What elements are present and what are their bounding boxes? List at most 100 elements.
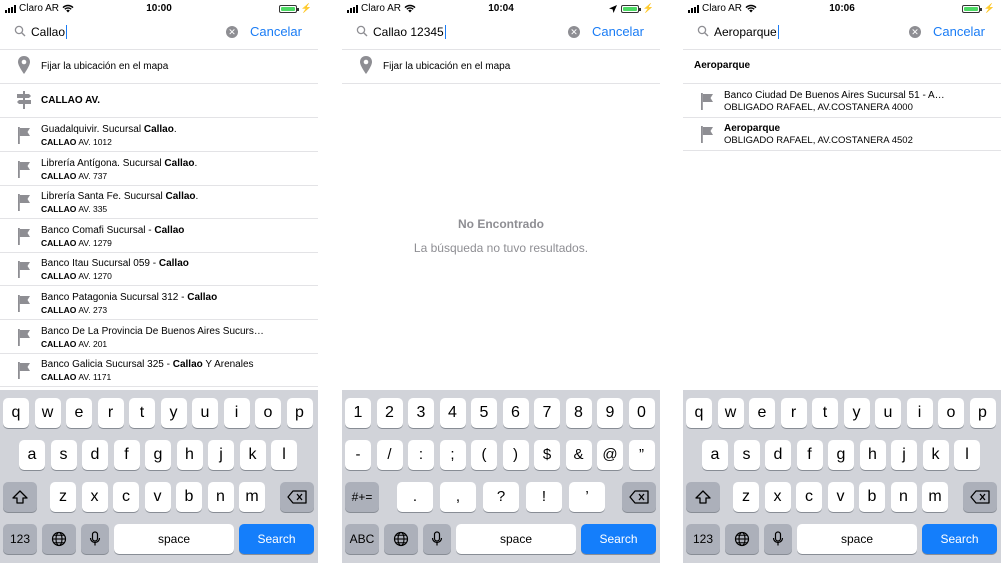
search-input[interactable]: Callao 12345 xyxy=(373,25,446,39)
key-j[interactable]: j xyxy=(208,440,234,470)
key-h[interactable]: h xyxy=(859,440,886,470)
clear-icon[interactable]: ✕ xyxy=(909,26,921,38)
key-symbol[interactable]: ( xyxy=(471,440,497,470)
key-symbol[interactable]: ) xyxy=(502,440,529,470)
key-symbol[interactable]: & xyxy=(565,440,592,470)
search-bar[interactable]: Callao ✕ Cancelar xyxy=(0,17,318,50)
list-item[interactable]: Aeroparque OBLIGADO RAFAEL, AV.COSTANERA… xyxy=(683,117,1001,151)
key-c[interactable]: c xyxy=(113,482,139,512)
dictation-key[interactable] xyxy=(423,524,451,554)
key-g[interactable]: g xyxy=(145,440,171,470)
letters-mode-key[interactable]: ABC xyxy=(345,524,379,554)
space-key[interactable]: space xyxy=(797,524,917,554)
key-symbol[interactable]: $ xyxy=(534,440,560,470)
key-1[interactable]: 1 xyxy=(345,398,371,428)
key-o[interactable]: o xyxy=(938,398,964,428)
key-u[interactable]: u xyxy=(192,398,218,428)
key-3[interactable]: 3 xyxy=(408,398,434,428)
key-0[interactable]: 0 xyxy=(628,398,655,428)
key-2[interactable]: 2 xyxy=(376,398,403,428)
delete-key[interactable] xyxy=(280,482,314,512)
key-y[interactable]: y xyxy=(160,398,187,428)
street-row[interactable]: CALLAO AV. xyxy=(0,84,318,118)
key-x[interactable]: x xyxy=(764,482,791,512)
key-symbol[interactable]: @ xyxy=(597,440,623,470)
key-p[interactable]: p xyxy=(286,398,313,428)
clear-icon[interactable]: ✕ xyxy=(568,26,580,38)
key-z[interactable]: z xyxy=(733,482,759,512)
key-symbol[interactable]: - xyxy=(345,440,371,470)
key-g[interactable]: g xyxy=(828,440,854,470)
key-l[interactable]: l xyxy=(271,440,297,470)
clear-icon[interactable]: ✕ xyxy=(226,26,238,38)
key-n[interactable]: n xyxy=(207,482,234,512)
key-a[interactable]: a xyxy=(19,440,45,470)
key-p[interactable]: p xyxy=(969,398,996,428)
list-item[interactable]: Banco Galicia Sucursal 325 - Callao Y Ar… xyxy=(0,353,318,388)
key-i[interactable]: i xyxy=(223,398,250,428)
key-q[interactable]: q xyxy=(686,398,712,428)
key-i[interactable]: i xyxy=(906,398,933,428)
key-k[interactable]: k xyxy=(922,440,949,470)
key-q[interactable]: q xyxy=(3,398,29,428)
list-item[interactable]: Banco De La Provincia De Buenos Aires Su… xyxy=(0,320,318,354)
list-item[interactable]: Banco Comafi Sucursal - Callao CALLAO AV.… xyxy=(0,219,318,253)
key-4[interactable]: 4 xyxy=(439,398,466,428)
key-s[interactable]: s xyxy=(50,440,77,470)
key-m[interactable]: m xyxy=(239,482,265,512)
key-symbol[interactable]: ” xyxy=(628,440,655,470)
key-e[interactable]: e xyxy=(749,398,775,428)
key-a[interactable]: a xyxy=(702,440,728,470)
list-item[interactable]: Banco Ciudad De Buenos Aires Sucursal 51… xyxy=(683,83,1001,118)
key-t[interactable]: t xyxy=(812,398,838,428)
search-key[interactable]: Search xyxy=(922,524,997,554)
key-l[interactable]: l xyxy=(954,440,980,470)
key-9[interactable]: 9 xyxy=(597,398,623,428)
key-punctuation[interactable]: ? xyxy=(483,482,519,512)
key-d[interactable]: d xyxy=(82,440,108,470)
search-input[interactable]: Callao xyxy=(31,25,68,39)
key-e[interactable]: e xyxy=(66,398,92,428)
key-b[interactable]: b xyxy=(176,482,202,512)
key-d[interactable]: d xyxy=(765,440,791,470)
list-item[interactable]: Librería Santa Fe. Sucursal Callao. CALLA… xyxy=(0,185,318,220)
key-symbol[interactable]: ; xyxy=(439,440,466,470)
cancel-button[interactable]: Cancelar xyxy=(933,24,985,39)
key-x[interactable]: x xyxy=(81,482,108,512)
key-punctuation[interactable]: , xyxy=(440,482,476,512)
cancel-button[interactable]: Cancelar xyxy=(592,24,644,39)
key-t[interactable]: t xyxy=(129,398,155,428)
key-n[interactable]: n xyxy=(890,482,917,512)
globe-key[interactable] xyxy=(384,524,418,554)
search-key[interactable]: Search xyxy=(239,524,314,554)
list-item[interactable]: Guadalquivir. Sucursal Callao. CALLAO AV.… xyxy=(0,118,318,152)
key-o[interactable]: o xyxy=(255,398,281,428)
key-v[interactable]: v xyxy=(144,482,171,512)
globe-key[interactable] xyxy=(725,524,759,554)
key-s[interactable]: s xyxy=(733,440,760,470)
key-symbol[interactable]: : xyxy=(408,440,434,470)
search-bar[interactable]: Aeroparque ✕ Cancelar xyxy=(683,17,1001,50)
delete-key[interactable] xyxy=(963,482,997,512)
key-punctuation[interactable]: ! xyxy=(526,482,562,512)
space-key[interactable]: space xyxy=(114,524,234,554)
search-key[interactable]: Search xyxy=(581,524,656,554)
delete-key[interactable] xyxy=(622,482,656,512)
key-6[interactable]: 6 xyxy=(502,398,529,428)
key-u[interactable]: u xyxy=(875,398,901,428)
more-symbols-key[interactable]: #+= xyxy=(345,482,379,512)
globe-key[interactable] xyxy=(42,524,76,554)
key-w[interactable]: w xyxy=(717,398,744,428)
fix-location-row[interactable]: Fijar la ubicación en el mapa xyxy=(0,50,318,84)
shift-key[interactable] xyxy=(686,482,720,512)
key-symbol[interactable]: / xyxy=(376,440,403,470)
key-b[interactable]: b xyxy=(859,482,885,512)
list-item[interactable]: Banco Patagonia Sucursal 312 - Callao CAL… xyxy=(0,286,318,320)
key-h[interactable]: h xyxy=(176,440,203,470)
key-m[interactable]: m xyxy=(922,482,948,512)
shift-key[interactable] xyxy=(3,482,37,512)
key-f[interactable]: f xyxy=(796,440,823,470)
key-y[interactable]: y xyxy=(843,398,870,428)
cancel-button[interactable]: Cancelar xyxy=(250,24,302,39)
key-8[interactable]: 8 xyxy=(565,398,592,428)
